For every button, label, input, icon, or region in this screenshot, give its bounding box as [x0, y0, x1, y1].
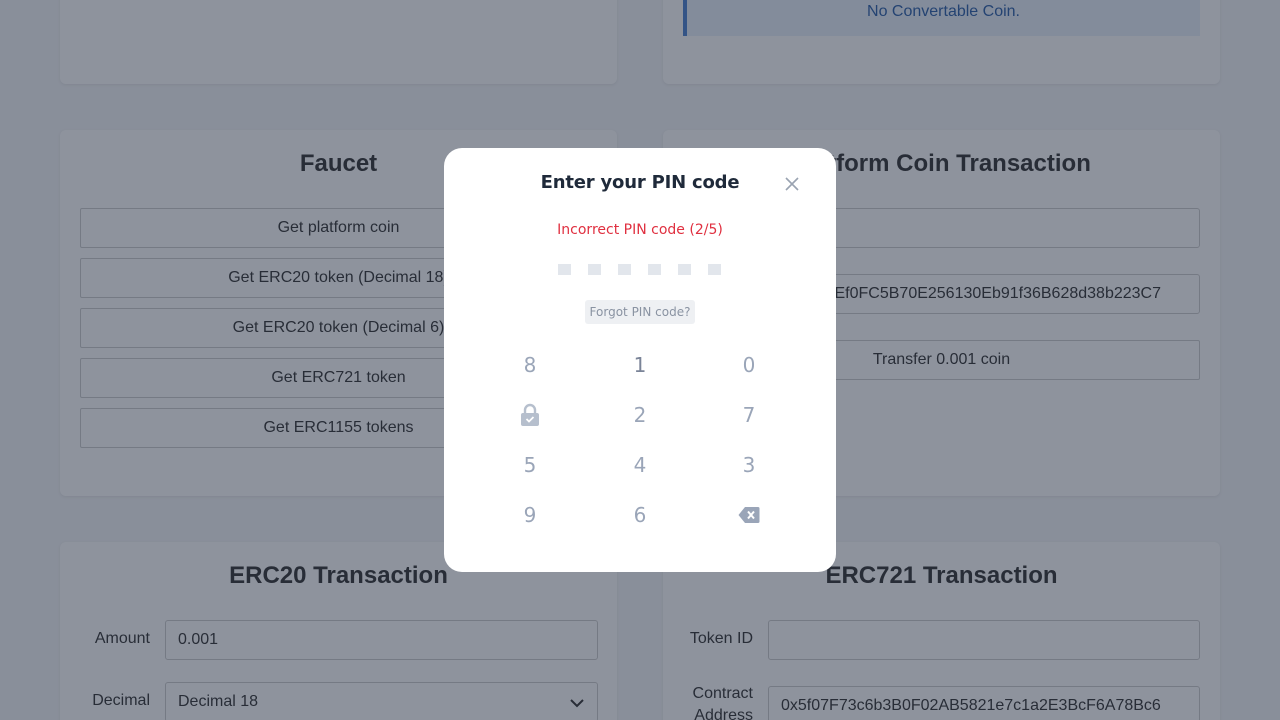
pin-modal: Enter your PIN code Incorrect PIN code (… — [444, 148, 836, 572]
pin-key-1[interactable]: 1 — [610, 347, 670, 383]
pin-dot — [618, 264, 631, 275]
pin-dot — [648, 264, 661, 275]
pin-dot — [708, 264, 721, 275]
pin-key-lock[interactable] — [500, 397, 560, 433]
pin-dot — [558, 264, 571, 275]
pin-key-8[interactable]: 8 — [500, 347, 560, 383]
pin-modal-title: Enter your PIN code — [540, 172, 740, 193]
pin-key-4[interactable]: 4 — [610, 447, 670, 483]
pin-dot — [678, 264, 691, 275]
pin-key-2[interactable]: 2 — [610, 397, 670, 433]
pin-error-message: Incorrect PIN code (2/5) — [557, 222, 723, 238]
pin-key-backspace[interactable] — [719, 497, 779, 533]
pin-key-0[interactable]: 0 — [719, 347, 779, 383]
pin-dots — [558, 264, 723, 276]
pin-key-3[interactable]: 3 — [719, 447, 779, 483]
backspace-icon — [738, 507, 760, 523]
pin-dot — [588, 264, 601, 275]
lock-icon — [521, 403, 539, 426]
close-icon[interactable] — [782, 174, 802, 194]
forgot-pin-button[interactable]: Forgot PIN code? — [585, 300, 695, 324]
pin-key-9[interactable]: 9 — [500, 497, 560, 533]
pin-key-7[interactable]: 7 — [719, 397, 779, 433]
pin-key-5[interactable]: 5 — [500, 447, 560, 483]
pin-key-6[interactable]: 6 — [610, 497, 670, 533]
